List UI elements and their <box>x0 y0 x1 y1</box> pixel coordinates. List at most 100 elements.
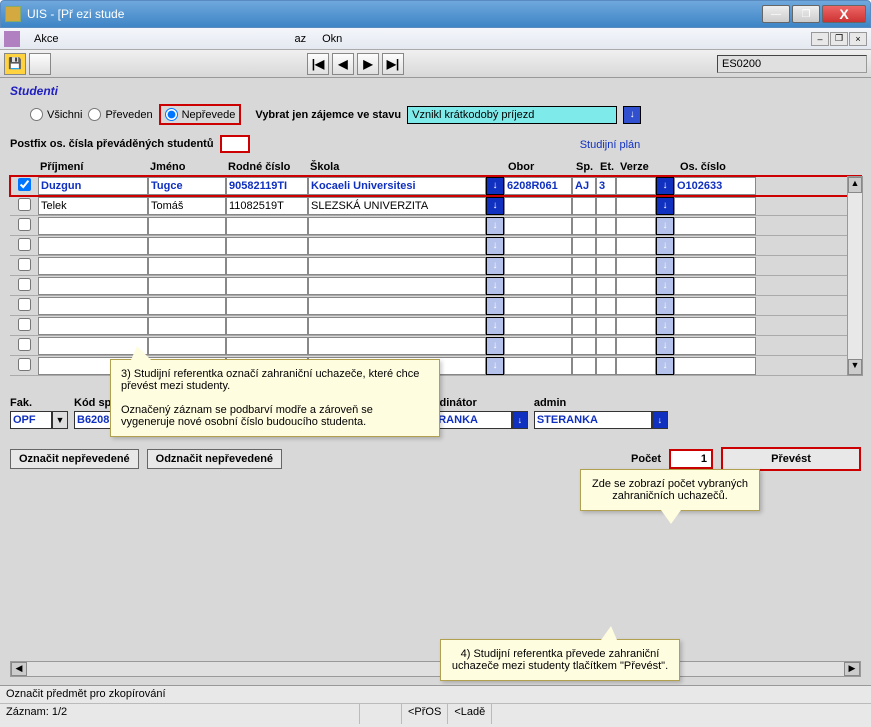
toolbar-btn-2[interactable] <box>29 53 51 75</box>
cell-et[interactable] <box>596 197 616 215</box>
close-button[interactable]: X <box>822 5 866 23</box>
table-row-empty: ↓↓ <box>10 316 861 336</box>
stav-dropdown[interactable]: Vznikl krátkodobý príjezd <box>407 106 617 124</box>
cell-rodne[interactable]: 11082519T <box>226 197 308 215</box>
radio-preveden-input[interactable] <box>88 108 101 121</box>
mdi-restore-button[interactable]: ❐ <box>830 32 848 46</box>
skola-dropdown-button[interactable]: ↓ <box>486 357 504 375</box>
content-area: 1) Klikutím na "Nepřeveden" si studijní … <box>0 78 871 685</box>
cell-obor[interactable]: 6208R061 <box>504 177 572 195</box>
cell-rodne[interactable]: 90582119TI <box>226 177 308 195</box>
cell-jmeno[interactable]: Tugce <box>148 177 226 195</box>
verze-dropdown-button[interactable]: ↓ <box>656 217 674 235</box>
callout-5: Zde se zobrazí počet vybraných zahraničn… <box>580 469 760 511</box>
verze-dropdown-button[interactable]: ↓ <box>656 357 674 375</box>
mdi-minimize-button[interactable]: – <box>811 32 829 46</box>
admin-dropdown-button[interactable]: ↓ <box>652 411 668 429</box>
first-record-button[interactable]: |◀ <box>307 53 329 75</box>
cell-sp[interactable] <box>572 197 596 215</box>
verze-dropdown-button[interactable]: ↓ <box>656 297 674 315</box>
status-message: Označit předmět pro zkopírování <box>0 686 871 704</box>
row-checkbox[interactable] <box>18 278 31 291</box>
skola-dropdown-button[interactable]: ↓ <box>486 297 504 315</box>
odznacit-button[interactable]: Odznačit nepřevedené <box>147 449 282 469</box>
menu-az[interactable]: az <box>286 33 314 45</box>
prev-record-button[interactable]: ◀ <box>332 53 354 75</box>
verze-dropdown-button[interactable]: ↓ <box>656 197 674 215</box>
row-checkbox[interactable] <box>18 298 31 311</box>
skola-dropdown-button[interactable]: ↓ <box>486 177 504 195</box>
horizontal-scrollbar[interactable]: ◀ ▶ <box>10 661 861 677</box>
table-row[interactable]: Duzgun Tugce 90582119TI Kocaeli Universi… <box>10 176 861 196</box>
admin-input[interactable] <box>534 411 652 429</box>
skola-dropdown-button[interactable]: ↓ <box>486 217 504 235</box>
scroll-up-button[interactable]: ▲ <box>848 177 862 193</box>
skola-dropdown-button[interactable]: ↓ <box>486 257 504 275</box>
cell-prijmeni[interactable]: Duzgun <box>38 177 148 195</box>
verze-dropdown-button[interactable]: ↓ <box>656 257 674 275</box>
verze-dropdown-button[interactable]: ↓ <box>656 177 674 195</box>
skola-dropdown-button[interactable]: ↓ <box>486 317 504 335</box>
row-checkbox[interactable] <box>18 198 31 211</box>
fak-dropdown-button[interactable]: ▼ <box>52 411 68 429</box>
verze-dropdown-button[interactable]: ↓ <box>656 337 674 355</box>
row-checkbox[interactable] <box>18 338 31 351</box>
cell-et[interactable]: 3 <box>596 177 616 195</box>
cell-skola[interactable]: Kocaeli Universitesi <box>308 177 486 195</box>
skola-dropdown-button[interactable]: ↓ <box>486 197 504 215</box>
mdi-close-button[interactable]: × <box>849 32 867 46</box>
cell-verze[interactable] <box>616 177 656 195</box>
cell-verze[interactable] <box>616 197 656 215</box>
radio-nepreveden-input[interactable] <box>165 108 178 121</box>
verze-dropdown-button[interactable]: ↓ <box>656 237 674 255</box>
skola-dropdown-button[interactable]: ↓ <box>486 277 504 295</box>
scroll-right-button[interactable]: ▶ <box>844 662 860 676</box>
koord-dropdown-button[interactable]: ↓ <box>512 411 528 429</box>
table-row-empty: ↓↓ <box>10 276 861 296</box>
callout-3-text-b: Označený záznam se podbarví modře a záro… <box>121 404 429 428</box>
skola-dropdown-button[interactable]: ↓ <box>486 337 504 355</box>
radio-nepreveden[interactable]: Nepřevede <box>159 104 242 125</box>
scroll-left-button[interactable]: ◀ <box>11 662 27 676</box>
vertical-scrollbar[interactable]: ▲ ▼ <box>847 176 863 376</box>
minimize-button[interactable]: — <box>762 5 790 23</box>
menu-okno[interactable]: Okn <box>314 33 350 45</box>
cell-sp[interactable]: AJ <box>572 177 596 195</box>
title-bar: UIS - [Př ezi stude — ❐ X <box>0 0 871 28</box>
cell-prijmeni[interactable]: Telek <box>38 197 148 215</box>
fak-input[interactable] <box>10 411 52 429</box>
radio-preveden[interactable]: Převeden <box>88 108 152 121</box>
toolbar: 💾 |◀ ◀ ▶ ▶| ES0200 <box>0 50 871 78</box>
row-checkbox[interactable] <box>18 318 31 331</box>
radio-preveden-label: Převeden <box>105 109 152 121</box>
verze-dropdown-button[interactable]: ↓ <box>656 317 674 335</box>
verze-dropdown-button[interactable]: ↓ <box>656 277 674 295</box>
save-button[interactable]: 💾 <box>4 53 26 75</box>
oznacit-button[interactable]: Označit nepřevedené <box>10 449 139 469</box>
cell-jmeno[interactable]: Tomáš <box>148 197 226 215</box>
table-row[interactable]: Telek Tomáš 11082519T SLEZSKÁ UNIVERZITA… <box>10 196 861 216</box>
cell-obor[interactable] <box>504 197 572 215</box>
menu-akce[interactable]: Akce <box>26 33 66 45</box>
prevest-button[interactable]: Převést <box>721 447 861 471</box>
radio-vsichni-input[interactable] <box>30 108 43 121</box>
row-checkbox[interactable] <box>18 218 31 231</box>
row-checkbox[interactable] <box>18 178 31 191</box>
row-checkbox[interactable] <box>18 258 31 271</box>
last-record-button[interactable]: ▶| <box>382 53 404 75</box>
row-checkbox[interactable] <box>18 238 31 251</box>
cell-os[interactable]: O102633 <box>674 177 756 195</box>
cell-os[interactable] <box>674 197 756 215</box>
next-record-button[interactable]: ▶ <box>357 53 379 75</box>
postfix-input[interactable] <box>220 135 250 153</box>
radio-nepreveden-label: Nepřevede <box>182 109 236 121</box>
row-checkbox[interactable] <box>18 358 31 371</box>
radio-vsichni[interactable]: Všichni <box>30 108 82 121</box>
maximize-button[interactable]: ❐ <box>792 5 820 23</box>
scroll-down-button[interactable]: ▼ <box>848 359 862 375</box>
skola-dropdown-button[interactable]: ↓ <box>486 237 504 255</box>
stav-dropdown-button[interactable]: ↓ <box>623 106 641 124</box>
cell-skola[interactable]: SLEZSKÁ UNIVERZITA <box>308 197 486 215</box>
table-row-empty: ↓↓ <box>10 256 861 276</box>
status-lade: <Ladě <box>448 704 492 724</box>
